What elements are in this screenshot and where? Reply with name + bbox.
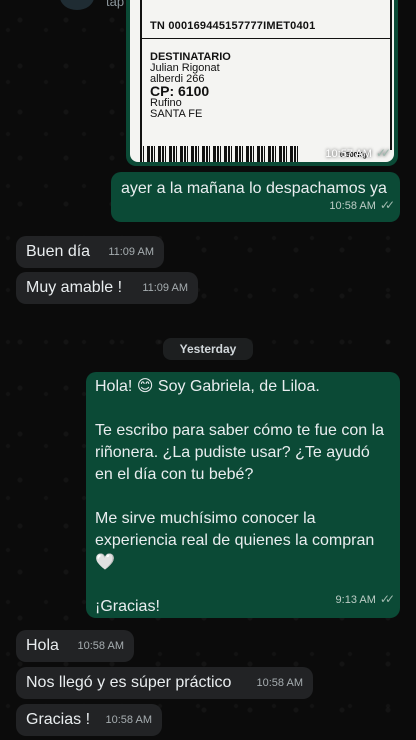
message-text: Hola! 😊 Soy Gabriela, de Liloa. Te escri… (95, 378, 385, 615)
message-time: 9:13 AM ✓✓ (335, 592, 396, 606)
tracking-number: TN 000169445157777IMET0401 (150, 20, 316, 32)
label-content: TN 000169445157777IMET0401 DESTINATARIO … (140, 0, 392, 150)
message-text: Hola (26, 637, 59, 654)
read-receipt-icon: ✓✓ (379, 198, 395, 212)
message-incoming[interactable]: Muy amable ! 11:09 AM (16, 272, 198, 304)
image-message-time: 10:57 AM ✓✓ (325, 146, 391, 160)
image-message[interactable]: TN 000169445157777IMET0401 DESTINATARIO … (126, 0, 398, 166)
recipient-block: DESTINATARIO Julian Rigonat alberdi 266 … (150, 52, 231, 120)
date-divider: Yesterday (163, 338, 253, 360)
shipping-label-image[interactable]: TN 000169445157777IMET0401 DESTINATARIO … (130, 0, 394, 162)
contact-avatar[interactable] (60, 0, 94, 10)
message-incoming[interactable]: Nos llegó y es súper práctico 10:58 AM (16, 667, 313, 699)
message-outgoing[interactable]: Hola! 😊 Soy Gabriela, de Liloa. Te escri… (86, 372, 400, 618)
message-time: 11:09 AM (142, 282, 188, 294)
recipient-province: SANTA FE (150, 108, 203, 120)
read-receipt-icon: ✓✓ (375, 146, 391, 160)
message-time: 10:58 AM (256, 677, 303, 689)
message-incoming[interactable]: Buen día 11:09 AM (16, 236, 164, 268)
message-outgoing[interactable]: ayer a la mañana lo despachamos ya 10:58… (111, 172, 400, 222)
message-text: Nos llegó y es súper práctico (26, 674, 232, 691)
read-receipt-icon: ✓✓ (379, 592, 395, 606)
message-time: 10:58 AM (77, 640, 124, 652)
message-text: Buen día (26, 243, 91, 260)
label-divider (142, 38, 390, 39)
message-text: Gracias ! (26, 711, 91, 728)
message-time: 10:58 AM ✓✓ (329, 198, 395, 212)
message-time: 10:58 AM (105, 714, 152, 726)
barcode (140, 146, 300, 162)
message-incoming[interactable]: Gracias ! 10:58 AM (16, 704, 162, 736)
message-text: Muy amable ! (26, 279, 123, 296)
message-incoming[interactable]: Hola 10:58 AM (16, 630, 134, 662)
message-time: 11:09 AM (108, 246, 154, 258)
